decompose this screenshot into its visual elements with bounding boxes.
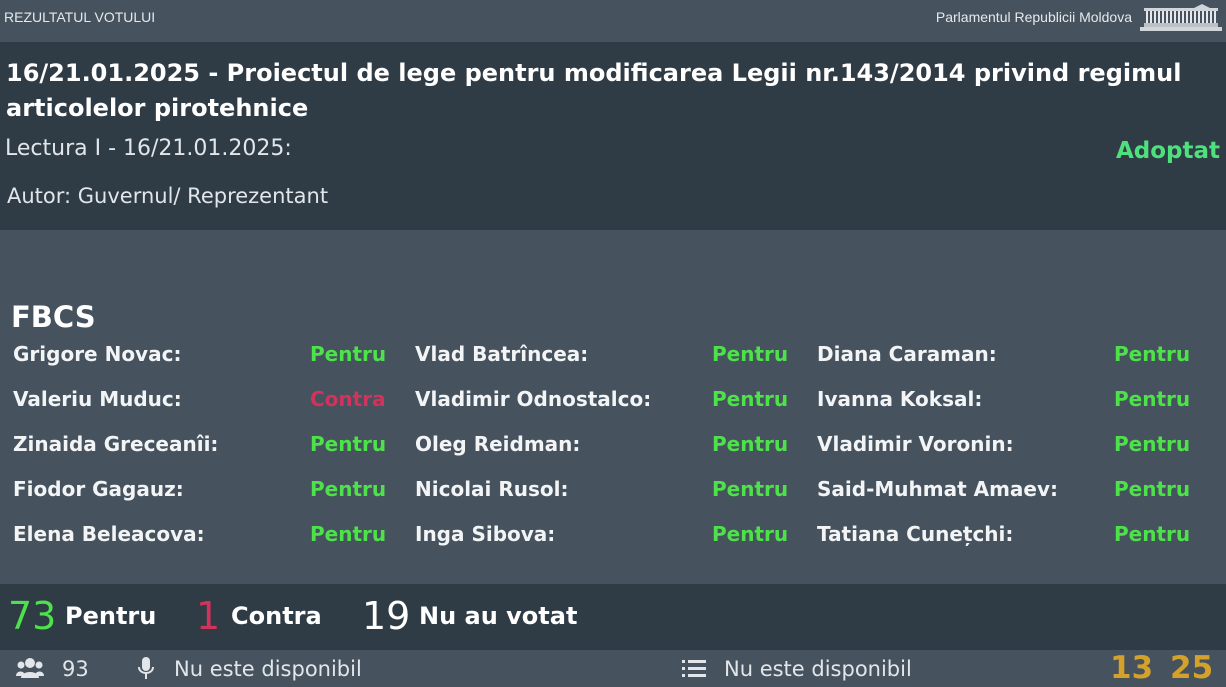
- deputy-vote: Pentru: [712, 387, 789, 411]
- timer-seconds: 25: [1170, 650, 1214, 686]
- top-bar: REZULTATUL VOTULUI Parlamentul Republici…: [0, 0, 1226, 40]
- deputy-name: Zinaida Greceanîi:: [13, 432, 219, 456]
- deputy-name: Nicolai Rusol:: [415, 477, 569, 501]
- reading-label: Lectura I - 16/21.01.2025:: [5, 136, 292, 161]
- pentru-count: 73: [8, 594, 57, 638]
- nu-au-votat-count: 19: [362, 594, 411, 638]
- vote-status-badge: Adoptat: [1115, 138, 1220, 164]
- deputy-name: Inga Sibova:: [415, 522, 556, 546]
- microphone-icon: [138, 657, 154, 679]
- footer-bar: 93 Nu este disponibil Nu este disponibil…: [0, 650, 1226, 687]
- deputy-vote: Pentru: [1114, 342, 1191, 366]
- deputy-name: Tatiana Cunețchi:: [817, 522, 1014, 546]
- vote-row: Zinaida Greceanîi: Pentru Oleg Reidman: Pen…: [0, 432, 1226, 477]
- deputy-vote: Pentru: [712, 522, 789, 546]
- votes-panel: FBCS Grigore Novac: Pentru Vlad Batrîncea:…: [0, 230, 1226, 584]
- deputy-name: Vladimir Odnostalco:: [415, 387, 652, 411]
- contra-label: Contra: [231, 602, 322, 630]
- votes-list: Grigore Novac: Pentru Vlad Batrîncea: Pentr…: [0, 342, 1226, 584]
- deputy-name: Said-Muhmat Amaev:: [817, 477, 1059, 501]
- pentru-label: Pentru: [65, 602, 157, 630]
- app-title: REZULTATUL VOTULUI: [4, 9, 156, 25]
- faction-title: FBCS: [11, 300, 96, 334]
- parliament-building-icon: [1140, 4, 1222, 31]
- deputy-vote: Pentru: [310, 432, 387, 456]
- vote-summary: 73 Pentru 1 Contra 19 Nu au votat: [0, 584, 1226, 650]
- institution-name: Parlamentul Republicii Moldova: [935, 9, 1132, 25]
- deputy-name: Oleg Reidman:: [415, 432, 581, 456]
- deputy-vote: Pentru: [1114, 387, 1191, 411]
- bill-title: 16/21.01.2025 - Proiectul de lege pentru…: [6, 59, 1182, 122]
- people-count: 93: [62, 657, 89, 681]
- deputy-name: Valeriu Muduc:: [13, 387, 182, 411]
- microphone-status: Nu este disponibil: [174, 657, 362, 681]
- deputy-name: Grigore Novac:: [13, 342, 182, 366]
- deputy-vote: Contra: [310, 387, 386, 411]
- timer-minutes: 13: [1110, 650, 1154, 686]
- author-label: Autor: Guvernul/ Reprezentant: [7, 184, 329, 208]
- deputy-name: Diana Caraman:: [817, 342, 997, 366]
- deputy-vote: Pentru: [712, 342, 789, 366]
- nu-au-votat-label: Nu au votat: [419, 602, 578, 630]
- vote-row: Elena Beleacova: Pentru Inga Sibova: Pentru…: [0, 522, 1226, 567]
- people-icon: [16, 658, 44, 678]
- list-status: Nu este disponibil: [724, 657, 912, 681]
- vote-row: Fiodor Gagauz: Pentru Nicolai Rusol: Pentru…: [0, 477, 1226, 522]
- deputy-name: Ivanna Koksal:: [817, 387, 983, 411]
- deputy-vote: Pentru: [1114, 477, 1191, 501]
- deputy-name: Fiodor Gagauz:: [13, 477, 184, 501]
- vote-row: Grigore Novac: Pentru Vlad Batrîncea: Pentr…: [0, 342, 1226, 387]
- list-icon: [682, 660, 706, 677]
- contra-count: 1: [196, 594, 221, 638]
- vote-row: Valeriu Muduc: Contra Vladimir Odnostalco:…: [0, 387, 1226, 432]
- deputy-name: Vladimir Voronin:: [817, 432, 1014, 456]
- deputy-name: Vlad Batrîncea:: [415, 342, 589, 366]
- deputy-vote: Pentru: [712, 477, 789, 501]
- deputy-name: Elena Beleacova:: [13, 522, 205, 546]
- deputy-vote: Pentru: [310, 477, 387, 501]
- deputy-vote: Pentru: [712, 432, 789, 456]
- deputy-vote: Pentru: [1114, 522, 1191, 546]
- deputy-vote: Pentru: [310, 342, 387, 366]
- deputy-vote: Pentru: [1114, 432, 1191, 456]
- deputy-vote: Pentru: [310, 522, 387, 546]
- vote-header: 16/21.01.2025 - Proiectul de lege pentru…: [0, 42, 1226, 230]
